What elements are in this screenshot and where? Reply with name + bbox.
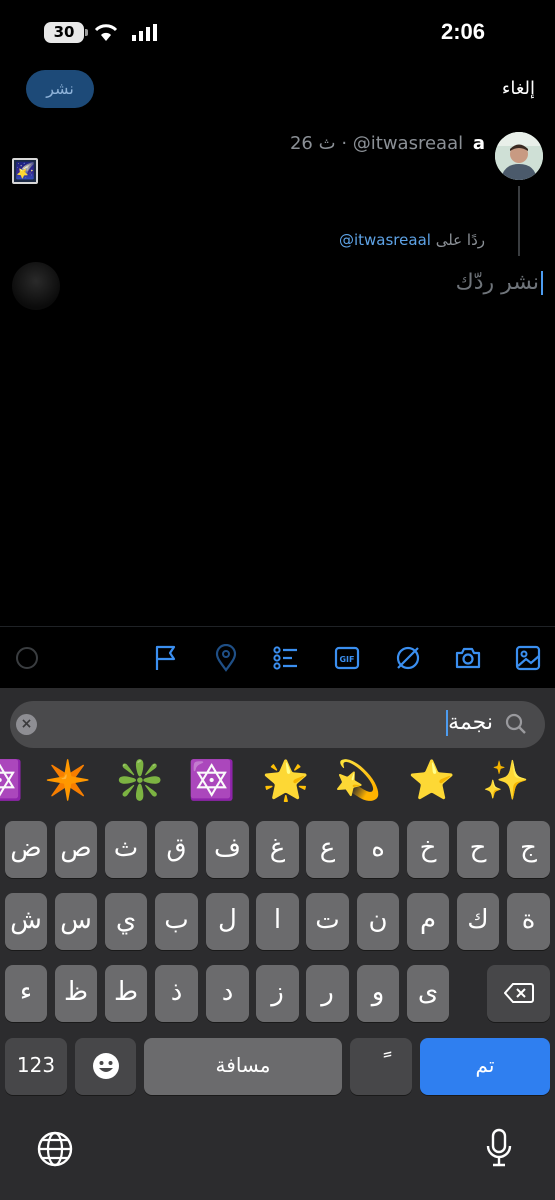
- key[interactable]: ة: [507, 893, 550, 950]
- battery-indicator: 30: [44, 22, 88, 43]
- compose-toolbar: GIF: [0, 626, 555, 688]
- key[interactable]: ز: [256, 965, 299, 1022]
- character-counter: [16, 647, 38, 669]
- tweet-handle: @itwasreaal: [352, 133, 464, 154]
- key[interactable]: ه: [357, 821, 399, 878]
- key[interactable]: د: [206, 965, 249, 1022]
- signal-icon: [132, 24, 157, 41]
- key[interactable]: ج: [507, 821, 550, 878]
- key[interactable]: ع: [306, 821, 349, 878]
- emoji-suggestion[interactable]: ✴️: [44, 755, 91, 805]
- post-button[interactable]: نشر: [26, 70, 94, 108]
- key[interactable]: ء: [5, 965, 47, 1022]
- emoji-suggestions: ✨ ⭐ 💫 🌟 🔯 ❇️ ✴️ 🔯: [0, 755, 555, 805]
- reply-input[interactable]: نشر ردّك: [456, 270, 543, 295]
- emoji-suggestion[interactable]: ❇️: [116, 755, 163, 805]
- emoji-search-text: نجمة: [448, 710, 493, 735]
- done-key[interactable]: تم: [420, 1038, 550, 1095]
- tweet-content-emoji: 🌠: [12, 158, 38, 184]
- key[interactable]: ق: [155, 821, 198, 878]
- globe-icon[interactable]: [36, 1130, 74, 1168]
- emoji-suggestion[interactable]: ⭐: [408, 755, 455, 805]
- keyboard: × نجمة ✨ ⭐ 💫 🌟 🔯 ❇️ ✴️ 🔯 ض ص ث ق ف غ ع ه…: [0, 688, 555, 1200]
- key[interactable]: ظ: [55, 965, 97, 1022]
- emoji-suggestion[interactable]: 🌟: [262, 755, 309, 805]
- emoji-key[interactable]: [75, 1038, 136, 1095]
- flag-icon[interactable]: [152, 644, 180, 672]
- key[interactable]: م: [407, 893, 449, 950]
- key[interactable]: خ: [407, 821, 449, 878]
- emoji-suggestion[interactable]: 💫: [334, 755, 381, 805]
- emoji-suggestion[interactable]: 🔯: [188, 755, 235, 805]
- reply-prefix: ردًا على: [435, 231, 485, 249]
- microphone-icon[interactable]: [485, 1128, 513, 1168]
- image-icon[interactable]: [514, 644, 542, 672]
- emoji-suggestion[interactable]: 🔯: [0, 755, 23, 805]
- svg-text:GIF: GIF: [339, 655, 354, 664]
- emoji-suggestion[interactable]: ✨: [482, 755, 529, 805]
- camera-icon[interactable]: [454, 644, 482, 672]
- key[interactable]: ي: [105, 893, 147, 950]
- backspace-icon: [503, 983, 534, 1003]
- key[interactable]: ش: [5, 893, 47, 950]
- emoji-search-field[interactable]: × نجمة: [10, 701, 545, 748]
- key[interactable]: ذ: [155, 965, 198, 1022]
- space-key[interactable]: مسافة: [144, 1038, 342, 1095]
- key[interactable]: ط: [105, 965, 147, 1022]
- location-icon[interactable]: [212, 644, 240, 672]
- key[interactable]: ت: [306, 893, 349, 950]
- clock: 2:06: [440, 19, 485, 44]
- key[interactable]: ر: [306, 965, 349, 1022]
- poll-icon[interactable]: [272, 644, 300, 672]
- key[interactable]: ب: [155, 893, 198, 950]
- key[interactable]: و: [357, 965, 399, 1022]
- key[interactable]: ث: [105, 821, 147, 878]
- key[interactable]: غ: [256, 821, 299, 878]
- search-icon: [505, 713, 526, 734]
- key[interactable]: س: [55, 893, 97, 950]
- tweet-time: 26 ث: [289, 133, 336, 154]
- reply-context: @itwasreaal ردًا على: [339, 231, 485, 249]
- numbers-key[interactable]: 123: [5, 1038, 67, 1095]
- tweet-header: 26 ث · @itwasreaal a: [289, 133, 485, 154]
- status-bar: 30 2:06: [0, 0, 555, 66]
- key[interactable]: ض: [5, 821, 47, 878]
- reply-mention[interactable]: @itwasreaal: [339, 231, 431, 249]
- original-author-avatar[interactable]: [495, 132, 543, 180]
- key[interactable]: ص: [55, 821, 97, 878]
- my-avatar: [12, 262, 60, 310]
- delete-key[interactable]: [487, 965, 550, 1022]
- thread-line: [518, 186, 520, 256]
- key[interactable]: ك: [457, 893, 499, 950]
- wifi-icon: [94, 24, 118, 41]
- gif-icon[interactable]: GIF: [333, 644, 361, 672]
- grok-icon[interactable]: [394, 644, 422, 672]
- key[interactable]: ى: [407, 965, 449, 1022]
- key[interactable]: ن: [357, 893, 399, 950]
- key[interactable]: ف: [206, 821, 249, 878]
- clear-search-icon[interactable]: ×: [16, 714, 37, 735]
- tweet-author-name: a: [472, 133, 485, 154]
- key[interactable]: ل: [206, 893, 249, 950]
- smiley-icon: [92, 1053, 119, 1079]
- cancel-button[interactable]: إلغاء: [502, 78, 535, 99]
- key[interactable]: ا: [256, 893, 299, 950]
- tanween-key[interactable]: ً: [350, 1038, 412, 1095]
- key[interactable]: ح: [457, 821, 499, 878]
